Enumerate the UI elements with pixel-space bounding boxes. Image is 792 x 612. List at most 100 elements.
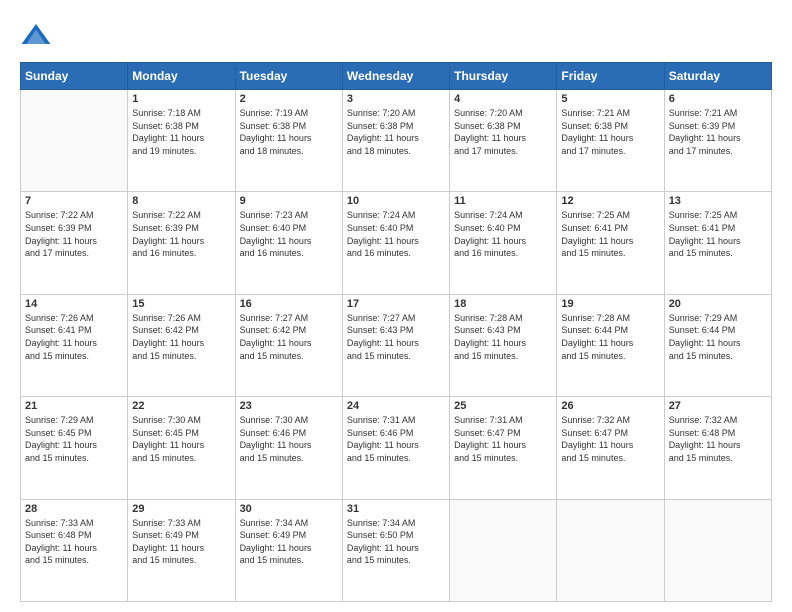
- daylight-text: Daylight: 11 hours: [132, 132, 230, 145]
- calendar-cell: 31 Sunrise: 7:34 AM Sunset: 6:50 PM Dayl…: [342, 499, 449, 601]
- day-number: 16: [240, 298, 338, 310]
- day-number: 3: [347, 93, 445, 105]
- daylight-text2: and 15 minutes.: [454, 452, 552, 465]
- daylight-text: Daylight: 11 hours: [347, 337, 445, 350]
- daylight-text: Daylight: 11 hours: [347, 235, 445, 248]
- calendar-cell: 9 Sunrise: 7:23 AM Sunset: 6:40 PM Dayli…: [235, 192, 342, 294]
- cell-info: Sunrise: 7:20 AM Sunset: 6:38 PM Dayligh…: [347, 107, 445, 157]
- sunset-text: Sunset: 6:47 PM: [454, 427, 552, 440]
- day-number: 9: [240, 195, 338, 207]
- daylight-text: Daylight: 11 hours: [240, 235, 338, 248]
- calendar-cell: 26 Sunrise: 7:32 AM Sunset: 6:47 PM Dayl…: [557, 397, 664, 499]
- calendar-cell: [557, 499, 664, 601]
- calendar-cell: 8 Sunrise: 7:22 AM Sunset: 6:39 PM Dayli…: [128, 192, 235, 294]
- cell-info: Sunrise: 7:26 AM Sunset: 6:42 PM Dayligh…: [132, 312, 230, 362]
- sunset-text: Sunset: 6:46 PM: [240, 427, 338, 440]
- sunrise-text: Sunrise: 7:26 AM: [132, 312, 230, 325]
- daylight-text: Daylight: 11 hours: [240, 337, 338, 350]
- calendar-cell: [664, 499, 771, 601]
- calendar-cell: [21, 90, 128, 192]
- daylight-text: Daylight: 11 hours: [25, 235, 123, 248]
- daylight-text: Daylight: 11 hours: [561, 439, 659, 452]
- daylight-text2: and 18 minutes.: [240, 145, 338, 158]
- cell-info: Sunrise: 7:31 AM Sunset: 6:46 PM Dayligh…: [347, 414, 445, 464]
- sunrise-text: Sunrise: 7:31 AM: [347, 414, 445, 427]
- cell-info: Sunrise: 7:29 AM Sunset: 6:45 PM Dayligh…: [25, 414, 123, 464]
- calendar-cell: 19 Sunrise: 7:28 AM Sunset: 6:44 PM Dayl…: [557, 294, 664, 396]
- calendar-cell: 10 Sunrise: 7:24 AM Sunset: 6:40 PM Dayl…: [342, 192, 449, 294]
- day-number: 20: [669, 298, 767, 310]
- sunset-text: Sunset: 6:41 PM: [561, 222, 659, 235]
- day-number: 28: [25, 503, 123, 515]
- calendar-cell: 14 Sunrise: 7:26 AM Sunset: 6:41 PM Dayl…: [21, 294, 128, 396]
- sunset-text: Sunset: 6:47 PM: [561, 427, 659, 440]
- sunset-text: Sunset: 6:39 PM: [669, 120, 767, 133]
- sunrise-text: Sunrise: 7:20 AM: [347, 107, 445, 120]
- sunrise-text: Sunrise: 7:25 AM: [561, 209, 659, 222]
- daylight-text: Daylight: 11 hours: [132, 542, 230, 555]
- daylight-text: Daylight: 11 hours: [240, 132, 338, 145]
- sunrise-text: Sunrise: 7:25 AM: [669, 209, 767, 222]
- cell-info: Sunrise: 7:18 AM Sunset: 6:38 PM Dayligh…: [132, 107, 230, 157]
- calendar-cell: 29 Sunrise: 7:33 AM Sunset: 6:49 PM Dayl…: [128, 499, 235, 601]
- calendar-cell: 7 Sunrise: 7:22 AM Sunset: 6:39 PM Dayli…: [21, 192, 128, 294]
- sunrise-text: Sunrise: 7:29 AM: [669, 312, 767, 325]
- sunrise-text: Sunrise: 7:34 AM: [347, 517, 445, 530]
- daylight-text: Daylight: 11 hours: [669, 235, 767, 248]
- daylight-text2: and 15 minutes.: [561, 452, 659, 465]
- cell-info: Sunrise: 7:24 AM Sunset: 6:40 PM Dayligh…: [454, 209, 552, 259]
- day-number: 14: [25, 298, 123, 310]
- sunset-text: Sunset: 6:48 PM: [669, 427, 767, 440]
- sunrise-text: Sunrise: 7:21 AM: [669, 107, 767, 120]
- daylight-text2: and 17 minutes.: [669, 145, 767, 158]
- daylight-text2: and 15 minutes.: [669, 350, 767, 363]
- cell-info: Sunrise: 7:19 AM Sunset: 6:38 PM Dayligh…: [240, 107, 338, 157]
- calendar-table: SundayMondayTuesdayWednesdayThursdayFrid…: [20, 62, 772, 602]
- calendar-week-row: 28 Sunrise: 7:33 AM Sunset: 6:48 PM Dayl…: [21, 499, 772, 601]
- sunrise-text: Sunrise: 7:24 AM: [454, 209, 552, 222]
- cell-info: Sunrise: 7:28 AM Sunset: 6:44 PM Dayligh…: [561, 312, 659, 362]
- calendar-week-row: 21 Sunrise: 7:29 AM Sunset: 6:45 PM Dayl…: [21, 397, 772, 499]
- cell-info: Sunrise: 7:33 AM Sunset: 6:49 PM Dayligh…: [132, 517, 230, 567]
- day-number: 4: [454, 93, 552, 105]
- sunrise-text: Sunrise: 7:18 AM: [132, 107, 230, 120]
- day-number: 21: [25, 400, 123, 412]
- calendar-week-row: 7 Sunrise: 7:22 AM Sunset: 6:39 PM Dayli…: [21, 192, 772, 294]
- daylight-text2: and 15 minutes.: [25, 350, 123, 363]
- day-number: 1: [132, 93, 230, 105]
- sunset-text: Sunset: 6:38 PM: [240, 120, 338, 133]
- calendar-cell: 17 Sunrise: 7:27 AM Sunset: 6:43 PM Dayl…: [342, 294, 449, 396]
- daylight-text2: and 15 minutes.: [25, 452, 123, 465]
- logo-icon: [20, 20, 52, 52]
- sunset-text: Sunset: 6:39 PM: [25, 222, 123, 235]
- sunrise-text: Sunrise: 7:19 AM: [240, 107, 338, 120]
- day-of-week-header: Thursday: [450, 63, 557, 90]
- daylight-text2: and 16 minutes.: [240, 247, 338, 260]
- daylight-text2: and 15 minutes.: [25, 554, 123, 567]
- day-number: 31: [347, 503, 445, 515]
- calendar-cell: 20 Sunrise: 7:29 AM Sunset: 6:44 PM Dayl…: [664, 294, 771, 396]
- sunrise-text: Sunrise: 7:33 AM: [132, 517, 230, 530]
- daylight-text: Daylight: 11 hours: [25, 439, 123, 452]
- daylight-text: Daylight: 11 hours: [240, 542, 338, 555]
- sunrise-text: Sunrise: 7:29 AM: [25, 414, 123, 427]
- cell-info: Sunrise: 7:25 AM Sunset: 6:41 PM Dayligh…: [669, 209, 767, 259]
- calendar-cell: 28 Sunrise: 7:33 AM Sunset: 6:48 PM Dayl…: [21, 499, 128, 601]
- sunrise-text: Sunrise: 7:28 AM: [561, 312, 659, 325]
- daylight-text: Daylight: 11 hours: [561, 337, 659, 350]
- sunset-text: Sunset: 6:42 PM: [132, 324, 230, 337]
- sunrise-text: Sunrise: 7:33 AM: [25, 517, 123, 530]
- day-number: 12: [561, 195, 659, 207]
- daylight-text2: and 15 minutes.: [240, 554, 338, 567]
- cell-info: Sunrise: 7:24 AM Sunset: 6:40 PM Dayligh…: [347, 209, 445, 259]
- daylight-text2: and 15 minutes.: [347, 554, 445, 567]
- daylight-text2: and 15 minutes.: [240, 350, 338, 363]
- daylight-text: Daylight: 11 hours: [669, 337, 767, 350]
- cell-info: Sunrise: 7:33 AM Sunset: 6:48 PM Dayligh…: [25, 517, 123, 567]
- day-number: 17: [347, 298, 445, 310]
- sunset-text: Sunset: 6:38 PM: [132, 120, 230, 133]
- day-number: 27: [669, 400, 767, 412]
- calendar-cell: 6 Sunrise: 7:21 AM Sunset: 6:39 PM Dayli…: [664, 90, 771, 192]
- cell-info: Sunrise: 7:20 AM Sunset: 6:38 PM Dayligh…: [454, 107, 552, 157]
- sunrise-text: Sunrise: 7:31 AM: [454, 414, 552, 427]
